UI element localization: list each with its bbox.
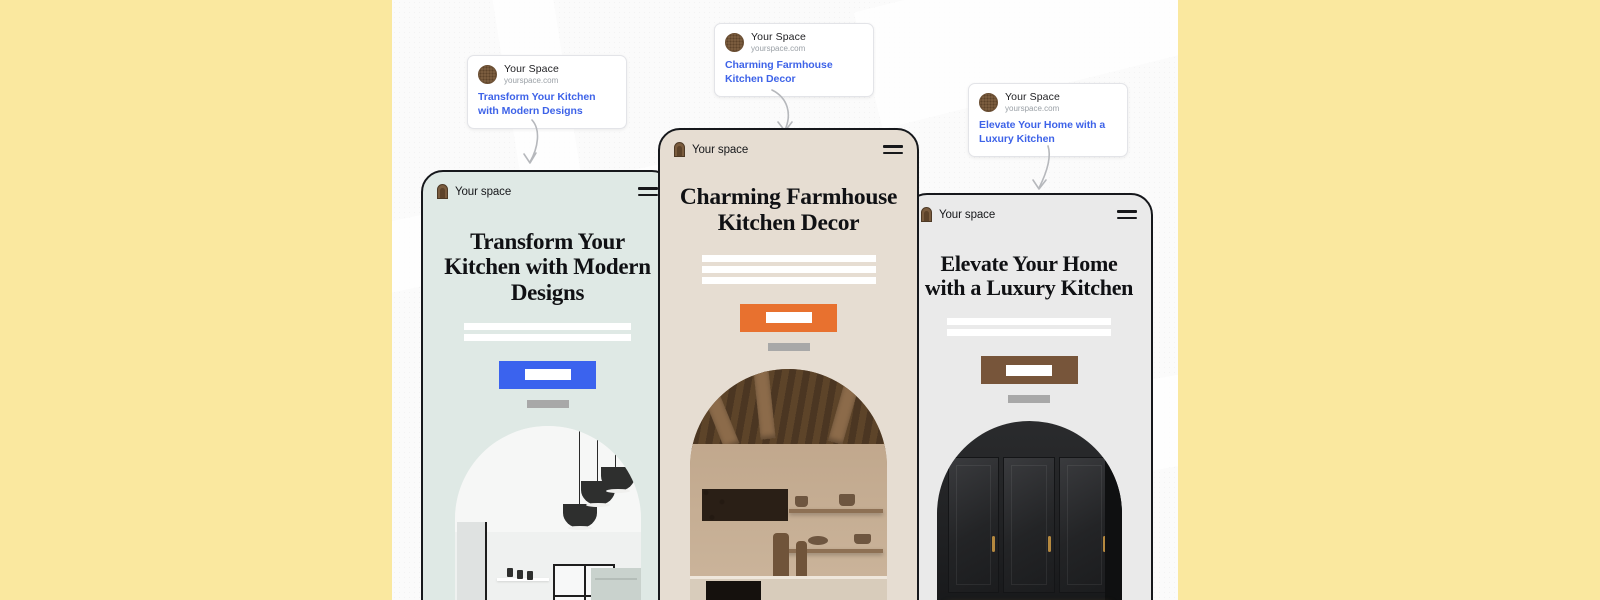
callout-site-name: Your Space xyxy=(504,63,559,75)
callout-identity: Your Space yourspace.com xyxy=(751,31,806,53)
avatar-circle-icon xyxy=(979,93,998,113)
callout-identity: Your Space yourspace.com xyxy=(504,63,559,85)
text-placeholder-lines xyxy=(701,254,876,284)
callout-header: Your Space yourspace.com xyxy=(979,91,1117,113)
cta-label-placeholder xyxy=(1006,364,1052,376)
hero-image-arch xyxy=(454,425,641,600)
page-title: Charming Farmhouse Kitchen Decor xyxy=(679,184,898,236)
callout-link-title[interactable]: Elevate Your Home with a Luxury Kitchen xyxy=(979,119,1117,147)
page-title: Transform Your Kitchen with Modern Desig… xyxy=(444,229,651,305)
arch-logo-icon xyxy=(437,184,448,199)
phone-header: Your space xyxy=(660,130,917,163)
callout-site-url: yourspace.com xyxy=(504,75,559,85)
cta-label-placeholder xyxy=(524,369,571,381)
phone-header: Your space xyxy=(423,172,672,205)
brand[interactable]: Your space xyxy=(437,184,511,199)
callout-header: Your Space yourspace.com xyxy=(725,31,863,53)
hero-image-arch xyxy=(690,368,887,600)
hamburger-menu-icon[interactable] xyxy=(1117,210,1137,219)
phone-mockup-2[interactable]: Your space Charming Farmhouse Kitchen De… xyxy=(658,128,919,600)
callout-identity: Your Space yourspace.com xyxy=(1005,91,1060,113)
secondary-link-placeholder[interactable] xyxy=(1008,395,1050,404)
callout-site-url: yourspace.com xyxy=(751,43,806,53)
hamburger-menu-icon[interactable] xyxy=(883,145,903,154)
cta-button[interactable] xyxy=(499,360,596,389)
avatar-circle-icon xyxy=(478,65,497,85)
secondary-link-placeholder[interactable] xyxy=(526,399,569,408)
arch-logo-icon xyxy=(674,142,685,157)
callout-header: Your Space yourspace.com xyxy=(478,63,616,85)
arch-logo-icon xyxy=(921,207,932,222)
callout-link-title[interactable]: Transform Your Kitchen with Modern Desig… xyxy=(478,91,616,119)
secondary-link-placeholder[interactable] xyxy=(767,342,810,351)
kitchen-image-modern xyxy=(454,425,641,600)
kitchen-image-luxury xyxy=(936,421,1122,600)
callout-site-name: Your Space xyxy=(751,31,806,43)
hero-image-wrap xyxy=(423,425,672,600)
search-result-callout-1[interactable]: Your Space yourspace.com Transform Your … xyxy=(467,55,627,130)
kitchen-image-farmhouse xyxy=(690,368,887,600)
brand-name: Your space xyxy=(939,208,996,221)
brand-name: Your space xyxy=(692,143,749,156)
phone-mockup-3[interactable]: Your space Elevate Your Home with a Luxu… xyxy=(905,193,1153,600)
hero-image-wrap xyxy=(907,421,1151,600)
search-result-callout-2[interactable]: Your Space yourspace.com Charming Farmho… xyxy=(714,23,874,98)
phone-header: Your space xyxy=(907,195,1151,228)
brand[interactable]: Your space xyxy=(674,142,748,157)
callout-link-title[interactable]: Charming Farmhouse Kitchen Decor xyxy=(725,59,863,87)
brand[interactable]: Your space xyxy=(921,207,995,222)
screenshot-stage: Your space Transform Your Kitchen with M… xyxy=(0,0,1600,600)
cta-button[interactable] xyxy=(980,356,1078,385)
cta-label-placeholder xyxy=(765,312,812,324)
cta-button[interactable] xyxy=(740,303,837,332)
page-title: Elevate Your Home with a Luxury Kitchen xyxy=(924,251,1134,301)
phone-mockup-1[interactable]: Your space Transform Your Kitchen with M… xyxy=(421,170,674,600)
hamburger-menu-icon[interactable] xyxy=(638,187,658,196)
text-placeholder-lines xyxy=(947,318,1111,337)
brand-name: Your space xyxy=(455,185,512,198)
hero-image-wrap xyxy=(660,368,917,600)
hero-image-arch xyxy=(936,421,1122,600)
search-result-callout-3[interactable]: Your Space yourspace.com Elevate Your Ho… xyxy=(968,83,1128,158)
callout-site-url: yourspace.com xyxy=(1005,103,1060,113)
avatar-circle-icon xyxy=(725,33,744,53)
text-placeholder-lines xyxy=(464,322,631,341)
callout-site-name: Your Space xyxy=(1005,91,1060,103)
